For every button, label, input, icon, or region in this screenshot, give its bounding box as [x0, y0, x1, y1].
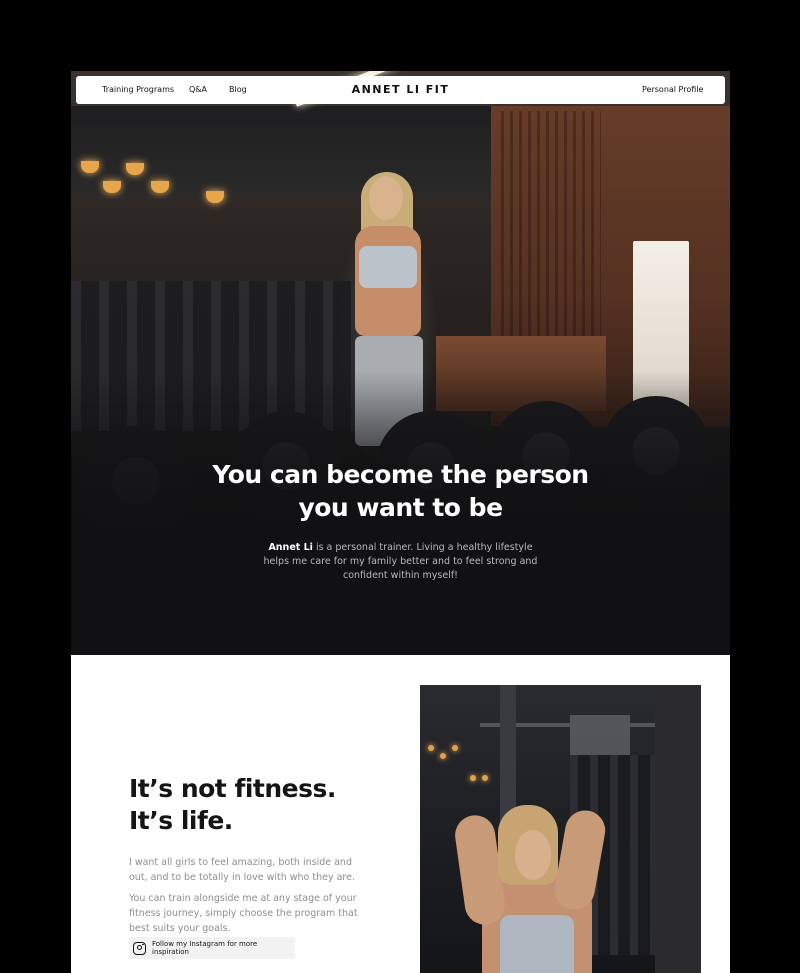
- nav-link-personal-profile[interactable]: Personal Profile: [642, 85, 703, 94]
- hero-title-line-1: You can become the person: [212, 460, 589, 489]
- about-title-line-2: It’s life.: [129, 806, 233, 835]
- brand-logo[interactable]: ANNET LI FIT: [352, 83, 450, 96]
- about-paragraph-2: You can train alongside me at any stage …: [129, 893, 358, 934]
- hero-subtitle: Annet Li is a personal trainer. Living a…: [261, 541, 540, 583]
- nav-link-blog[interactable]: Blog: [229, 85, 247, 94]
- trainer-photo: [420, 685, 701, 973]
- trainer-name: Annet Li: [268, 542, 313, 553]
- about-paragraph-1: I want all girls to feel amazing, both i…: [129, 857, 355, 883]
- instagram-icon: [133, 941, 146, 955]
- follow-instagram-button[interactable]: Follow my Instagram for more inspiration: [129, 937, 295, 959]
- about-title-line-1: It’s not fitness.: [129, 774, 336, 803]
- top-navbar: Training Programs Q&A Blog ANNET LI FIT …: [76, 76, 725, 104]
- hero-title-line-2: you want to be: [298, 493, 503, 522]
- about-section: It’s not fitness. It’s life. I want all …: [71, 655, 730, 973]
- hero-section: Training Programs Q&A Blog ANNET LI FIT …: [71, 71, 730, 655]
- follow-instagram-label: Follow my Instagram for more inspiration: [152, 940, 258, 956]
- nav-link-qa[interactable]: Q&A: [189, 85, 207, 94]
- about-title: It’s not fitness. It’s life.: [129, 773, 389, 837]
- hero-title: You can become the person you want to be: [71, 458, 730, 524]
- nav-link-training-programs[interactable]: Training Programs: [102, 85, 174, 94]
- landing-page: Training Programs Q&A Blog ANNET LI FIT …: [71, 71, 730, 973]
